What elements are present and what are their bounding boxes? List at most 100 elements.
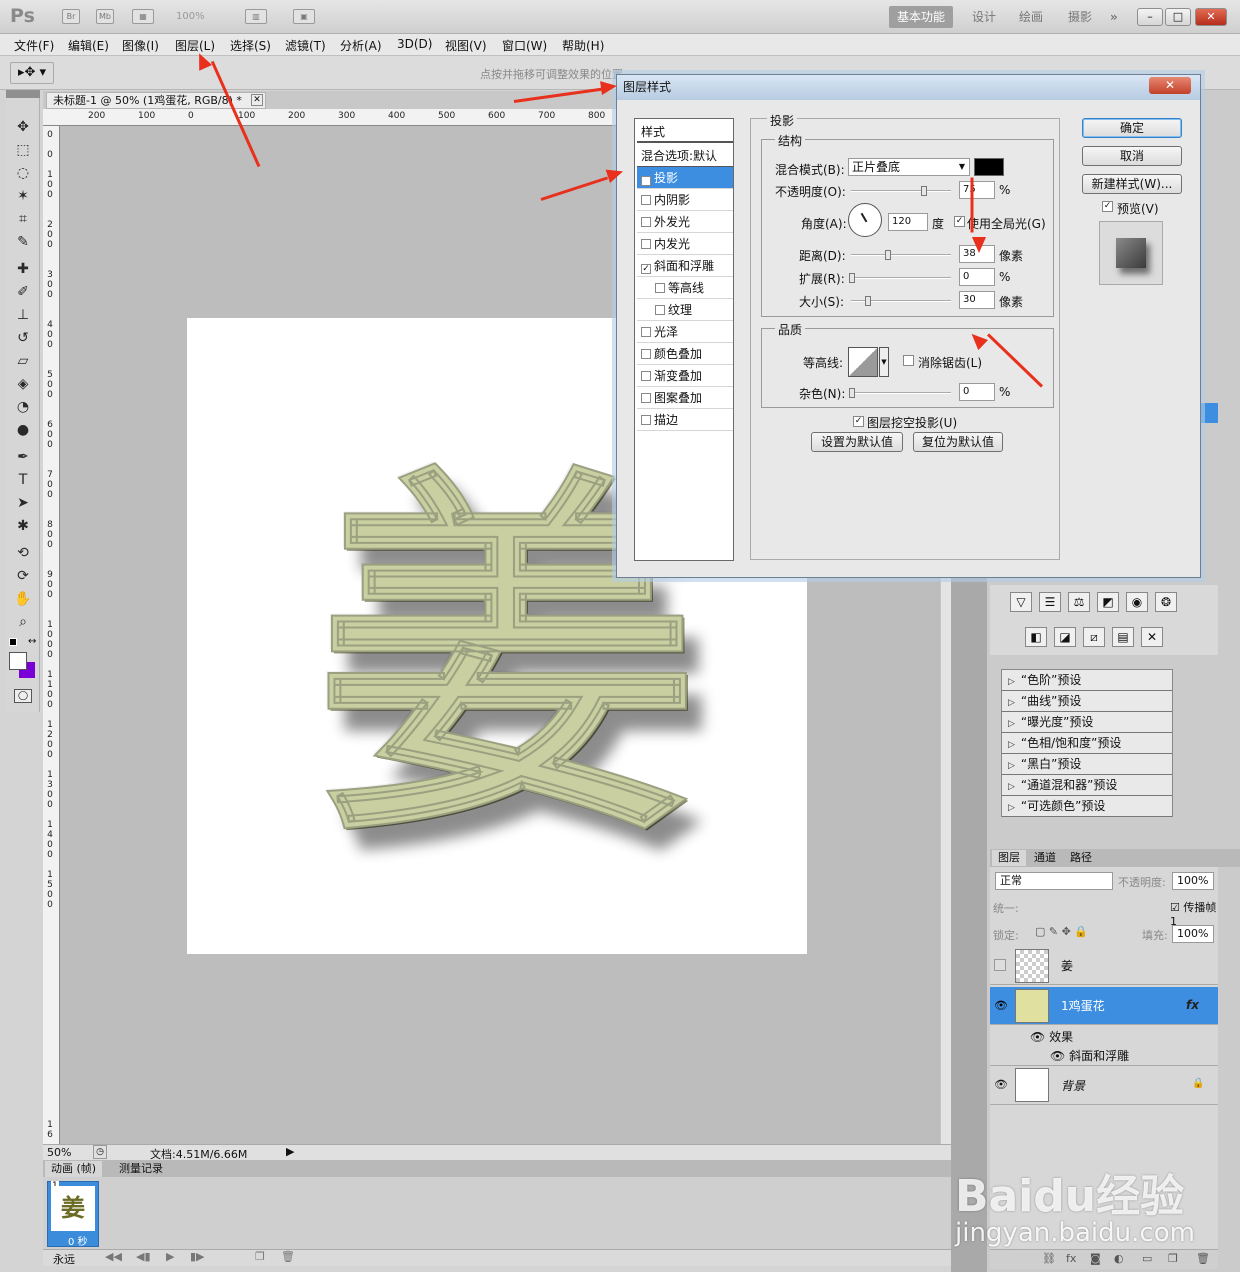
mini-bridge-button[interactable]: Mb <box>96 9 114 24</box>
style-checkbox[interactable] <box>641 327 651 337</box>
ok-button[interactable]: 确定 <box>1082 118 1182 138</box>
style-checkbox[interactable] <box>641 393 651 403</box>
vibrance-icon[interactable]: ◉ <box>1126 592 1148 612</box>
preset-selective-color[interactable]: ▷ “可选颜色”预设 <box>1002 796 1172 817</box>
slider-knob[interactable] <box>865 296 871 306</box>
angle-input[interactable]: 120 <box>888 213 928 231</box>
blending-options-item[interactable]: 混合选项:默认 <box>637 145 733 167</box>
menu-image[interactable]: 图像(I) <box>122 37 159 54</box>
tab-measurement-log[interactable]: 测量记录 <box>113 1161 169 1177</box>
layer-row[interactable]: 👁 背景 🔒 <box>990 1065 1218 1105</box>
gradient-map-icon[interactable]: ▤ <box>1112 627 1134 647</box>
menu-file[interactable]: 文件(F) <box>14 37 54 54</box>
posterize-icon[interactable]: ◪ <box>1054 627 1076 647</box>
zoom-level-dropdown[interactable]: 100% <box>176 9 230 25</box>
preset-curves[interactable]: ▷ “曲线”预设 <box>1002 691 1172 712</box>
add-style-icon[interactable]: fx <box>1066 1252 1076 1265</box>
status-menu-arrow-icon[interactable]: ▶ <box>286 1145 294 1158</box>
3d-orbit-tool-icon[interactable]: ⟳ <box>10 565 36 586</box>
styles-header[interactable]: 样式 <box>637 121 733 143</box>
style-item-drop-shadow[interactable]: ✓ 投影 <box>637 167 733 189</box>
style-checkbox[interactable] <box>641 415 651 425</box>
slider-knob[interactable] <box>849 388 855 398</box>
next-frame-icon[interactable]: ▮▶ <box>190 1250 205 1263</box>
preset-black-white[interactable]: ▷ “黑白”预设 <box>1002 754 1172 775</box>
layer-row-selected[interactable]: 👁 1鸡蛋花 fx <box>990 987 1218 1025</box>
eraser-tool-icon[interactable]: ▱ <box>10 350 36 371</box>
path-selection-tool-icon[interactable]: ➤ <box>10 492 36 513</box>
visibility-toggle[interactable] <box>994 959 1006 971</box>
foreground-color-swatch[interactable] <box>9 652 27 670</box>
swap-colors-icon[interactable]: ↔ <box>28 636 36 647</box>
restore-button[interactable]: □ <box>1165 8 1191 26</box>
tab-paths[interactable]: 路径 <box>1064 850 1098 866</box>
style-item-inner-shadow[interactable]: 内阴影 <box>637 189 733 211</box>
fill-field[interactable]: 100% <box>1172 925 1214 943</box>
global-light-checkbox[interactable]: ✓ <box>954 216 965 227</box>
zoom-percent-field[interactable]: 50% <box>47 1146 71 1159</box>
style-item-pattern-overlay[interactable]: 图案叠加 <box>637 387 733 409</box>
crop-tool-icon[interactable]: ⌗ <box>10 208 36 229</box>
bevel-emboss-row[interactable]: 👁 斜面和浮雕 <box>1050 1047 1129 1064</box>
angle-dial[interactable] <box>848 203 882 237</box>
new-style-button[interactable]: 新建样式(W)... <box>1082 174 1182 194</box>
new-adjustment-icon[interactable]: ◐ <box>1114 1252 1124 1265</box>
spread-input[interactable]: 0 <box>959 268 995 286</box>
type-tool-icon[interactable]: T <box>10 469 36 490</box>
dialog-close-button[interactable]: ✕ <box>1149 77 1191 94</box>
noise-input[interactable]: 0 <box>959 383 995 401</box>
style-checkbox[interactable]: ✓ <box>641 176 651 186</box>
knockout-checkbox[interactable]: ✓ <box>853 416 864 427</box>
workspace-essentials[interactable]: 基本功能 <box>889 6 954 28</box>
preset-exposure[interactable]: ▷ “曝光度”预设 <box>1002 712 1172 733</box>
frame-delay-dropdown[interactable]: 0 秒 <box>68 1233 88 1248</box>
size-input[interactable]: 30 <box>959 291 995 309</box>
opacity-slider[interactable] <box>851 186 951 196</box>
pen-tool-icon[interactable]: ✒ <box>10 446 36 467</box>
delete-frame-icon[interactable]: 🗑 <box>281 1250 295 1263</box>
style-checkbox[interactable] <box>641 371 651 381</box>
3d-rotate-tool-icon[interactable]: ⟲ <box>10 542 36 563</box>
curves-icon[interactable]: ☰ <box>1039 592 1061 612</box>
eye-icon[interactable]: 👁 <box>994 1078 1008 1091</box>
exposure-icon[interactable]: ◩ <box>1097 592 1119 612</box>
menu-analysis[interactable]: 分析(A) <box>340 37 382 54</box>
magic-wand-tool-icon[interactable]: ✶ <box>10 185 36 206</box>
screen-mode-icon[interactable]: ▣ <box>293 9 315 24</box>
move-tool-preset-icon[interactable]: ▸✥ ▾ <box>10 62 54 84</box>
slider-knob[interactable] <box>849 273 855 283</box>
workspace-painting[interactable]: 绘画 <box>1011 6 1051 28</box>
style-item-color-overlay[interactable]: 颜色叠加 <box>637 343 733 365</box>
lasso-tool-icon[interactable]: ◌ <box>10 162 36 183</box>
cancel-button[interactable]: 取消 <box>1082 146 1182 166</box>
previous-frame-icon[interactable]: ◀▮ <box>136 1250 151 1263</box>
blend-mode-dropdown[interactable]: 正常 <box>995 872 1113 890</box>
eye-icon[interactable]: 👁 <box>994 999 1008 1012</box>
effects-row[interactable]: 👁 效果 <box>1030 1028 1073 1045</box>
delete-layer-icon[interactable]: 🗑 <box>1196 1252 1210 1265</box>
menu-select[interactable]: 选择(S) <box>230 37 271 54</box>
tools-panel-header[interactable] <box>6 90 40 98</box>
style-checkbox[interactable] <box>641 239 651 249</box>
add-mask-icon[interactable]: ◙ <box>1090 1252 1101 1265</box>
style-checkbox[interactable] <box>655 283 665 293</box>
noise-slider[interactable] <box>849 388 951 398</box>
layer-row[interactable]: 姜 <box>990 947 1218 985</box>
new-layer-icon[interactable]: ❐ <box>1168 1252 1178 1265</box>
menu-edit[interactable]: 编辑(E) <box>68 37 109 54</box>
link-layers-icon[interactable]: ⛓ <box>1042 1252 1056 1265</box>
slider-knob[interactable] <box>885 250 891 260</box>
history-brush-tool-icon[interactable]: ↺ <box>10 327 36 348</box>
menu-help[interactable]: 帮助(H) <box>562 37 604 54</box>
preview-checkbox[interactable]: ✓ <box>1102 201 1113 212</box>
new-group-icon[interactable]: ▭ <box>1142 1252 1152 1265</box>
fx-icon[interactable]: fx <box>1186 998 1199 1012</box>
tab-channels[interactable]: 通道 <box>1028 850 1062 866</box>
healing-brush-tool-icon[interactable]: ✚ <box>10 258 36 279</box>
propagate-frame-checkbox[interactable]: ☑ 传播帧 1 <box>1170 899 1218 928</box>
style-item-gradient-overlay[interactable]: 渐变叠加 <box>637 365 733 387</box>
contour-dropdown-icon[interactable]: ▼ <box>879 347 889 377</box>
distance-slider[interactable] <box>851 250 951 260</box>
duplicate-frame-icon[interactable]: ❐ <box>255 1250 265 1263</box>
loop-options-dropdown[interactable]: 永远 <box>53 1251 75 1267</box>
